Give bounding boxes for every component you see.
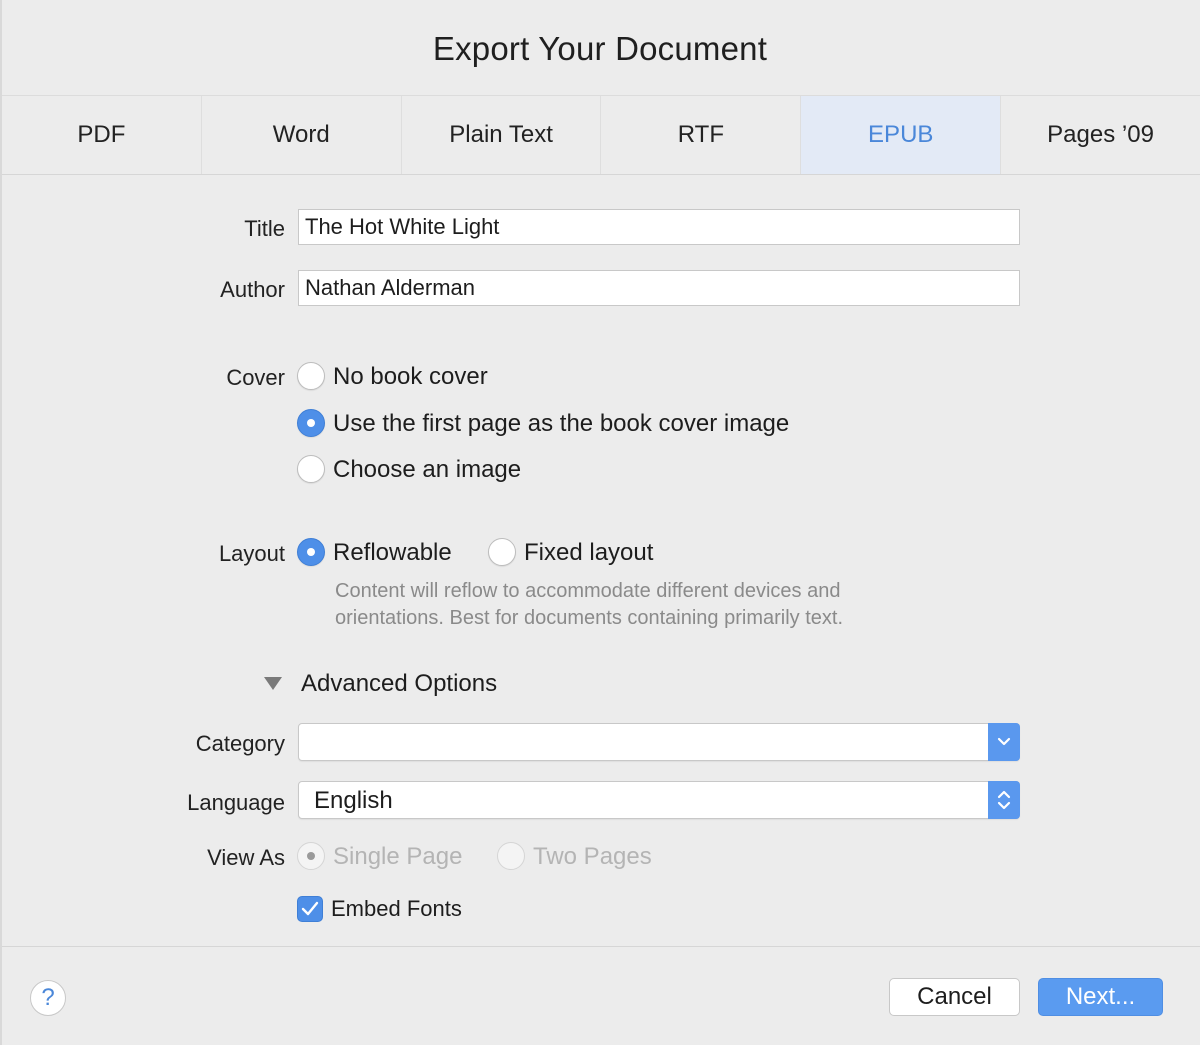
view-single-page-radio[interactable] bbox=[297, 842, 325, 870]
language-select[interactable]: English bbox=[298, 781, 1020, 819]
author-field[interactable] bbox=[298, 270, 1020, 306]
help-button[interactable]: ? bbox=[30, 980, 66, 1016]
checkmark-icon bbox=[301, 901, 319, 916]
advanced-options-label[interactable]: Advanced Options bbox=[301, 670, 497, 698]
cover-choose-image-radio[interactable] bbox=[297, 455, 325, 483]
tab-rtf[interactable]: RTF bbox=[601, 96, 802, 174]
layout-hint-line-1: Content will reflow to accommodate diffe… bbox=[335, 580, 841, 602]
tab-plain-text[interactable]: Plain Text bbox=[402, 96, 602, 174]
language-label: Language bbox=[187, 790, 285, 815]
tab-pages-09[interactable]: Pages ’09 bbox=[1001, 96, 1200, 174]
layout-fixed-label[interactable]: Fixed layout bbox=[524, 539, 653, 567]
chevron-down-icon[interactable] bbox=[988, 723, 1020, 761]
up-down-chevron-icon[interactable] bbox=[988, 781, 1020, 819]
author-label: Author bbox=[220, 277, 285, 302]
layout-fixed-radio[interactable] bbox=[488, 538, 516, 566]
view-two-pages-radio[interactable] bbox=[497, 842, 525, 870]
question-mark-icon: ? bbox=[41, 984, 55, 1011]
format-tabs: PDF Word Plain Text RTF EPUB Pages ’09 bbox=[2, 95, 1200, 175]
embed-fonts-checkbox[interactable] bbox=[297, 896, 323, 922]
tab-word[interactable]: Word bbox=[202, 96, 402, 174]
layout-reflowable-radio[interactable] bbox=[297, 538, 325, 566]
category-select[interactable] bbox=[298, 723, 1020, 761]
view-two-pages-label: Two Pages bbox=[533, 843, 652, 870]
layout-label: Layout bbox=[218, 541, 285, 566]
cover-label: Cover bbox=[226, 365, 285, 390]
tab-pdf[interactable]: PDF bbox=[2, 96, 202, 174]
layout-reflowable-label[interactable]: Reflowable bbox=[333, 539, 452, 567]
title-label: Title bbox=[244, 216, 285, 241]
tab-epub[interactable]: EPUB bbox=[801, 96, 1002, 174]
dialog-title: Export Your Document bbox=[432, 30, 768, 67]
embed-fonts-label[interactable]: Embed Fonts bbox=[331, 896, 462, 922]
category-label: Category bbox=[195, 731, 285, 756]
view-as-label: View As bbox=[207, 845, 285, 870]
cancel-button[interactable]: Cancel bbox=[889, 978, 1020, 1016]
disclosure-triangle-icon[interactable] bbox=[264, 677, 282, 690]
cover-none-radio[interactable] bbox=[297, 362, 325, 390]
language-value: English bbox=[314, 787, 393, 814]
next-button[interactable]: Next... bbox=[1038, 978, 1163, 1016]
cover-choose-image-label[interactable]: Choose an image bbox=[333, 456, 521, 484]
title-field[interactable] bbox=[298, 209, 1020, 245]
layout-hint-line-2: orientations. Best for documents contain… bbox=[335, 607, 844, 629]
cover-first-page-radio[interactable] bbox=[297, 409, 325, 437]
view-single-page-label: Single Page bbox=[333, 843, 463, 870]
cover-first-page-label[interactable]: Use the first page as the book cover ima… bbox=[333, 410, 789, 438]
footer-divider bbox=[2, 946, 1200, 947]
cover-none-label[interactable]: No book cover bbox=[333, 363, 488, 391]
export-dialog: Export Your Document PDF Word Plain Text… bbox=[0, 0, 1200, 1045]
